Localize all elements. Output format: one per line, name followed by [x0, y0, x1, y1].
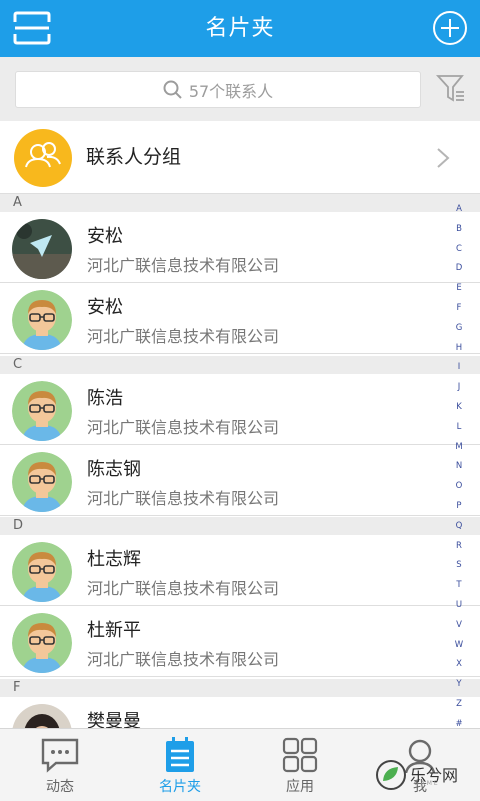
contact-name: 杜新平 — [87, 620, 141, 641]
index-letter[interactable]: G — [456, 319, 463, 339]
chat-bubble-icon — [40, 737, 80, 773]
index-letter[interactable]: H — [456, 339, 462, 359]
contact-name: 陈浩 — [87, 388, 123, 409]
tab-apps[interactable]: 应用 — [240, 729, 360, 801]
default-avatar — [12, 613, 72, 673]
index-letter[interactable]: X — [456, 655, 462, 675]
contact-company: 河北广联信息技术有限公司 — [87, 418, 280, 437]
apps-grid-icon — [280, 737, 320, 773]
default-avatar — [12, 381, 72, 441]
contact-name: 杜志辉 — [87, 549, 141, 570]
photo-avatar — [12, 219, 72, 279]
index-letter[interactable]: B — [456, 220, 462, 240]
index-letter[interactable]: S — [456, 556, 461, 576]
contact-name: 安松 — [87, 226, 123, 247]
section-header-d: D — [0, 517, 480, 535]
chevron-right-icon — [436, 147, 450, 169]
index-letter[interactable]: W — [455, 636, 463, 656]
index-letter[interactable]: U — [456, 596, 462, 616]
search-input[interactable]: 57个联系人 — [15, 71, 421, 108]
contact-card-icon — [160, 737, 200, 773]
index-letter[interactable]: Q — [456, 517, 463, 537]
default-avatar — [12, 290, 72, 350]
section-header-a: A — [0, 194, 480, 212]
contact-groups-row[interactable]: 联系人分组 — [0, 121, 480, 194]
section-header-c: C — [0, 356, 480, 374]
index-letter[interactable]: O — [456, 477, 463, 497]
index-letter[interactable]: K — [456, 398, 462, 418]
contact-row[interactable]: 安松 河北广联信息技术有限公司 — [0, 212, 480, 283]
tab-label: 动态 — [46, 779, 74, 795]
section-header-f: F — [0, 679, 480, 697]
contact-row[interactable]: 陈志钢 河北广联信息技术有限公司 — [0, 445, 480, 516]
contact-row[interactable]: 樊曼曼 — [0, 697, 480, 728]
search-icon — [163, 80, 182, 99]
index-letter[interactable]: Z — [456, 695, 462, 715]
contact-name: 陈志钢 — [87, 459, 141, 480]
index-letter[interactable]: D — [456, 259, 463, 279]
watermark-subtext: GAME — [414, 780, 440, 787]
leaf-logo-icon — [376, 760, 406, 790]
contact-groups-label: 联系人分组 — [86, 146, 182, 168]
index-letter[interactable]: I — [458, 358, 461, 378]
contact-row[interactable]: 杜志辉 河北广联信息技术有限公司 — [0, 535, 480, 606]
index-letter[interactable]: C — [456, 240, 462, 260]
index-letter[interactable]: N — [456, 457, 462, 477]
contact-row[interactable]: 安松 河北广联信息技术有限公司 — [0, 283, 480, 354]
contact-company: 河北广联信息技术有限公司 — [87, 256, 280, 275]
index-letter[interactable]: M — [455, 438, 462, 458]
default-avatar — [12, 452, 72, 512]
contact-company: 河北广联信息技术有限公司 — [87, 650, 280, 669]
index-letter[interactable]: R — [456, 537, 462, 557]
index-letter[interactable]: E — [456, 279, 461, 299]
contact-company: 河北广联信息技术有限公司 — [87, 579, 280, 598]
filter-icon[interactable] — [435, 73, 466, 105]
page-title: 名片夹 — [205, 16, 275, 41]
index-letter[interactable]: J — [458, 378, 461, 398]
watermark-logo: 乐兮网 GAME — [374, 758, 474, 792]
photo-avatar — [12, 704, 72, 728]
tab-label: 应用 — [286, 779, 314, 795]
index-letter[interactable]: L — [457, 418, 462, 438]
tab-dynamics[interactable]: 动态 — [0, 729, 120, 801]
contact-name: 樊曼曼 — [87, 711, 141, 728]
index-letter[interactable]: A — [456, 200, 462, 220]
contact-company: 河北广联信息技术有限公司 — [87, 489, 280, 508]
tab-label: 名片夹 — [159, 779, 201, 795]
top-bar: 名片夹 — [0, 0, 480, 57]
index-letter[interactable]: Y — [456, 675, 461, 695]
contact-company: 河北广联信息技术有限公司 — [87, 327, 280, 346]
index-letter[interactable]: T — [456, 576, 461, 596]
index-letter[interactable]: V — [456, 616, 462, 636]
default-avatar — [12, 542, 72, 602]
groups-icon — [14, 129, 72, 187]
add-icon[interactable] — [432, 10, 468, 46]
search-area: 57个联系人 — [0, 57, 480, 121]
contact-row[interactable]: 陈浩 河北广联信息技术有限公司 — [0, 374, 480, 445]
tab-contacts[interactable]: 名片夹 — [120, 729, 240, 801]
search-placeholder: 57个联系人 — [188, 81, 274, 101]
index-letter[interactable]: F — [457, 299, 462, 319]
contact-name: 安松 — [87, 297, 123, 318]
index-letter[interactable]: P — [456, 497, 461, 517]
contact-row[interactable]: 杜新平 河北广联信息技术有限公司 — [0, 606, 480, 677]
alphabet-index[interactable]: A B C D E F G H I J K L M N O P Q R S T U V W X Y Z # — [448, 200, 470, 730]
